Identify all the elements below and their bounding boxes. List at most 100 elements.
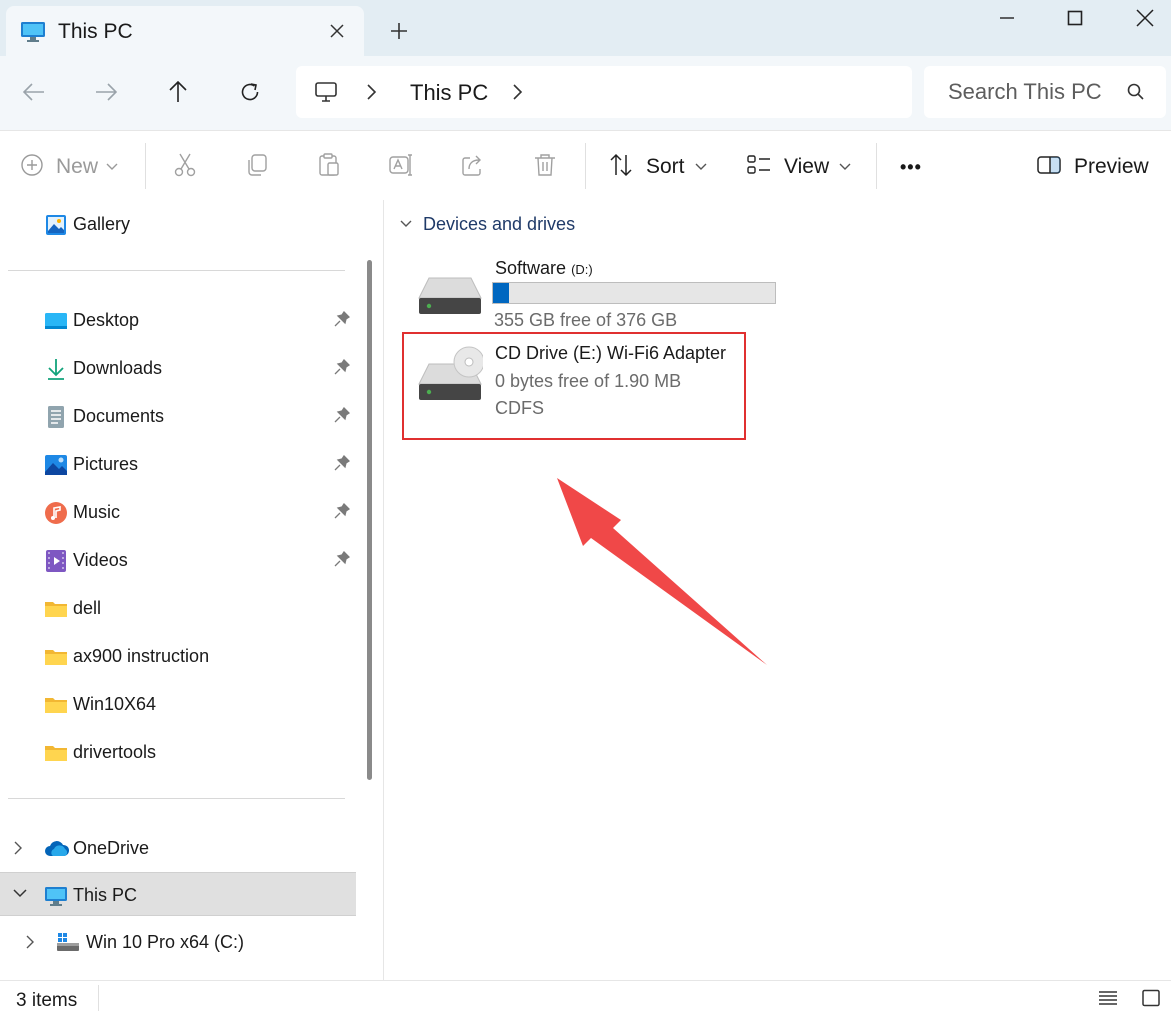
refresh-button[interactable] <box>230 72 270 112</box>
highlight-box <box>402 332 746 440</box>
sidebar-item-onedrive[interactable]: OneDrive <box>0 826 356 870</box>
close-tab-icon[interactable] <box>322 16 352 46</box>
more-icon: ••• <box>900 156 922 177</box>
new-tab-button[interactable] <box>382 14 416 48</box>
search-icon[interactable] <box>1126 82 1146 107</box>
sidebar-item-drivertools[interactable]: drivertools <box>0 730 356 774</box>
navigation-bar: This PC <box>0 56 1171 130</box>
scissors-icon <box>172 152 198 183</box>
onedrive-cloud-icon <box>44 837 70 861</box>
toolbar-separator <box>876 143 877 189</box>
folder-icon <box>44 645 68 669</box>
pin-icon[interactable] <box>334 502 351 526</box>
breadcrumb-this-pc[interactable]: This PC <box>410 80 488 106</box>
minimize-button[interactable] <box>972 0 1042 36</box>
chevron-right-icon[interactable] <box>510 82 524 107</box>
sidebar-item-c-drive[interactable]: Win 10 Pro x64 (C:) <box>0 920 356 964</box>
copy-icon <box>244 152 270 183</box>
copy-button[interactable] <box>244 149 270 185</box>
paste-button[interactable] <box>316 149 342 185</box>
pin-icon[interactable] <box>334 406 351 430</box>
rename-button[interactable] <box>388 149 414 185</box>
chevron-down-icon[interactable] <box>399 216 413 234</box>
view-label: View <box>784 155 830 178</box>
preview-label: Preview <box>1074 155 1149 178</box>
sidebar-item-music[interactable]: Music <box>0 490 356 534</box>
drive-name: Software <box>495 258 567 278</box>
chevron-right-icon[interactable] <box>12 839 24 862</box>
details-view-icon[interactable] <box>1098 989 1118 1012</box>
sidebar-scrollbar[interactable] <box>367 260 372 780</box>
close-window-button[interactable] <box>1110 0 1171 36</box>
drive-free-space: 355 GB free of 376 GB <box>494 310 678 330</box>
delete-button[interactable] <box>532 149 558 185</box>
sort-button[interactable]: Sort <box>608 149 707 185</box>
tiles-view-icon[interactable] <box>1141 989 1161 1012</box>
navigation-pane[interactable]: Gallery Desktop Downloads Documents Pict… <box>0 200 384 980</box>
folder-icon <box>44 693 68 717</box>
search-box[interactable] <box>924 66 1166 118</box>
plus-circle-icon <box>20 153 44 182</box>
item-count: 3 items <box>16 990 78 1011</box>
folder-icon <box>44 741 68 765</box>
pictures-icon <box>44 453 68 477</box>
sidebar-item-dell[interactable]: dell <box>0 586 356 630</box>
more-options-button[interactable]: ••• <box>900 149 922 185</box>
sidebar-item-desktop[interactable]: Desktop <box>0 298 356 342</box>
chevron-right-icon[interactable] <box>364 82 378 107</box>
chevron-right-icon[interactable] <box>24 933 36 956</box>
title-bar: This PC <box>0 0 1171 56</box>
new-button[interactable]: New <box>20 149 118 185</box>
status-bar: 3 items <box>0 980 1171 1014</box>
tab-title: This PC <box>58 20 133 43</box>
sidebar-item-win10x64[interactable]: Win10X64 <box>0 682 356 726</box>
sidebar-item-ax900-instruction[interactable]: ax900 instruction <box>0 634 356 678</box>
sidebar-item-this-pc[interactable]: This PC <box>0 872 356 916</box>
annotation-arrow <box>557 478 767 665</box>
back-button[interactable] <box>14 72 54 112</box>
clipboard-icon <box>316 152 342 183</box>
folder-icon <box>44 597 68 621</box>
tab-this-pc[interactable]: This PC <box>6 6 364 56</box>
share-button[interactable] <box>460 149 486 185</box>
sidebar-item-documents[interactable]: Documents <box>0 394 356 438</box>
pin-icon[interactable] <box>334 454 351 478</box>
sidebar-item-downloads[interactable]: Downloads <box>0 346 356 390</box>
music-icon <box>44 501 68 525</box>
trash-icon <box>532 152 558 183</box>
maximize-button[interactable] <box>1040 0 1110 36</box>
windows-drive-icon <box>56 931 80 955</box>
sidebar-item-videos[interactable]: Videos <box>0 538 356 582</box>
pin-icon[interactable] <box>334 358 351 382</box>
gallery-icon <box>44 213 68 237</box>
sidebar-item-gallery[interactable]: Gallery <box>0 202 356 246</box>
pin-icon[interactable] <box>334 310 351 334</box>
hard-drive-icon <box>417 276 483 321</box>
up-button[interactable] <box>158 72 198 112</box>
documents-icon <box>44 405 68 429</box>
new-label: New <box>56 155 99 178</box>
file-view[interactable]: Devices and drives Software (D:) 355 GB … <box>385 200 1171 980</box>
sidebar-divider <box>8 270 345 271</box>
toolbar-separator <box>585 143 586 189</box>
address-bar[interactable]: This PC <box>296 66 912 118</box>
group-title: Devices and drives <box>423 214 576 234</box>
sidebar-item-pictures[interactable]: Pictures <box>0 442 356 486</box>
drive-software-d[interactable]: Software (D:) 355 GB free of 376 GB <box>415 256 795 332</box>
preview-button[interactable]: Preview <box>1036 149 1149 185</box>
search-input[interactable] <box>924 66 1114 118</box>
downloads-icon <box>44 357 68 381</box>
view-button[interactable]: View <box>746 149 851 185</box>
drive-usage-bar <box>492 282 776 304</box>
forward-button[interactable] <box>86 72 126 112</box>
share-icon <box>460 152 486 183</box>
chevron-down-icon <box>839 158 851 176</box>
command-bar: New Sort View ••• Preview <box>0 130 1171 200</box>
group-header-devices-and-drives[interactable]: Devices and drives <box>399 214 575 235</box>
pin-icon[interactable] <box>334 550 351 574</box>
chevron-down-icon[interactable] <box>12 886 28 904</box>
status-separator <box>98 985 99 1011</box>
cut-button[interactable] <box>172 149 198 185</box>
monitor-icon <box>20 20 46 49</box>
drive-usage-fill <box>493 283 509 303</box>
